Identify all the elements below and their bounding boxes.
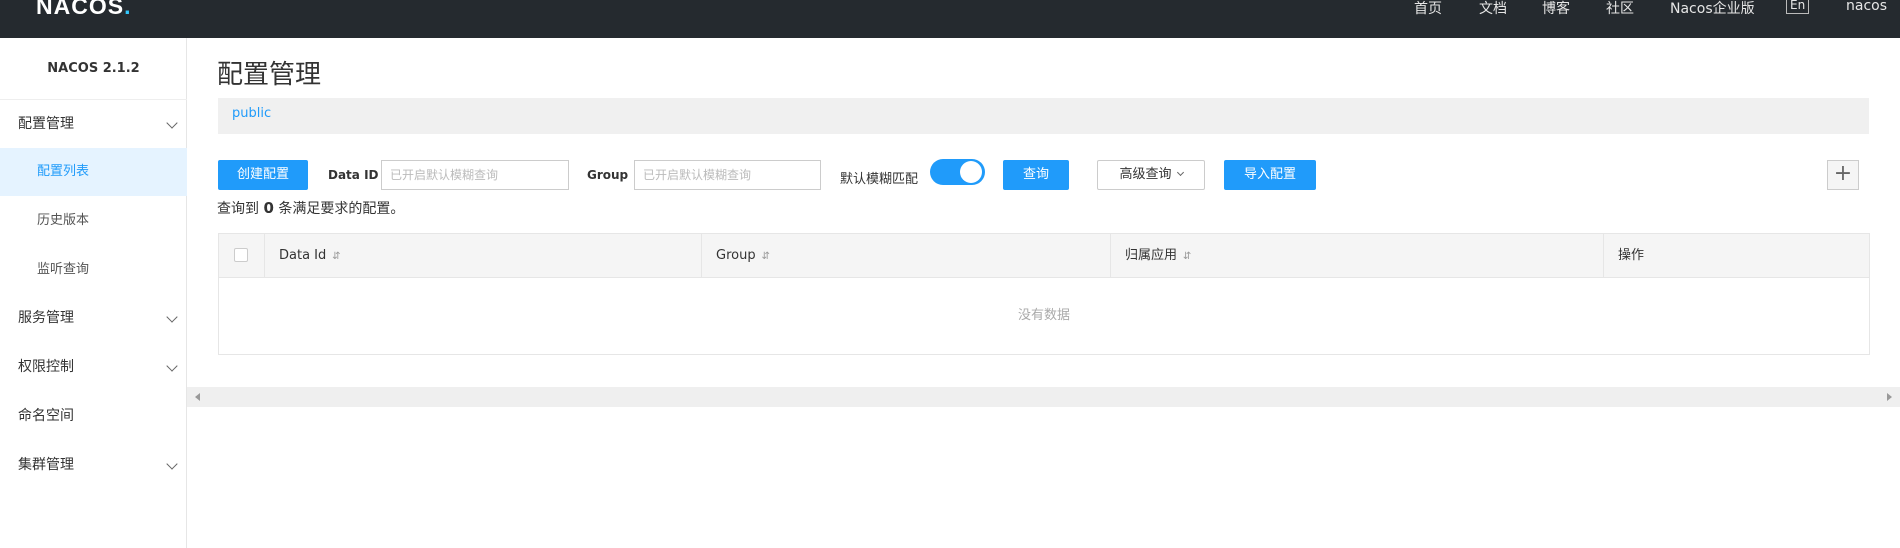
column-header-dataid[interactable]: Data Id ⇵ <box>265 234 702 278</box>
column-label: 归属应用 <box>1125 248 1178 263</box>
sidebar-item-label: 命名空间 <box>18 408 74 424</box>
config-table: Data Id ⇵ Group ⇵ 归属应用 ⇵ 操作 没有数据 <box>218 233 1870 355</box>
sidebar-item-service-management[interactable]: 服务管理 <box>0 294 187 342</box>
version-label: NACOS 2.1.2 <box>0 38 187 100</box>
fuzzy-match-toggle[interactable] <box>930 159 985 185</box>
table-header: Data Id ⇵ Group ⇵ 归属应用 ⇵ 操作 <box>219 234 1869 278</box>
sidebar-item-label: 历史版本 <box>37 213 90 228</box>
namespace-link-public[interactable]: public <box>232 106 271 121</box>
group-label: Group <box>587 168 629 182</box>
sidebar-item-label: 监听查询 <box>37 262 90 277</box>
dataid-label: Data ID <box>328 168 379 182</box>
sidebar-item-label: 集群管理 <box>18 457 74 473</box>
nav-docs-link[interactable]: 文档 <box>1479 0 1507 18</box>
chevron-down-icon <box>166 458 178 470</box>
sidebar: NACOS 2.1.2 配置管理 配置列表 历史版本 监听查询 服务管理 权限控… <box>0 38 187 548</box>
chevron-down-icon <box>1176 168 1184 177</box>
result-prefix: 查询到 <box>217 201 259 217</box>
query-button[interactable]: 查询 <box>1003 160 1069 190</box>
sort-icon[interactable]: ⇵ <box>762 251 770 262</box>
sidebar-item-label: 服务管理 <box>18 310 74 326</box>
chevron-down-icon <box>166 311 178 323</box>
sidebar-item-history[interactable]: 历史版本 <box>0 197 187 245</box>
logo-dot: . <box>124 0 132 19</box>
group-search-input[interactable] <box>634 160 821 190</box>
sort-icon[interactable]: ⇵ <box>1183 251 1191 262</box>
horizontal-scrollbar[interactable] <box>187 387 1900 407</box>
select-all-cell <box>219 234 265 278</box>
column-label: Data Id <box>279 248 327 263</box>
plus-icon[interactable]: + <box>1827 160 1859 190</box>
top-header: NACOS. 首页 文档 博客 社区 Nacos企业版 En nacos <box>0 0 1900 38</box>
dataid-search-input[interactable] <box>381 160 569 190</box>
sidebar-item-label: 权限控制 <box>18 359 74 375</box>
nav-enterprise-link[interactable]: Nacos企业版 <box>1670 0 1755 18</box>
nacos-logo[interactable]: NACOS. <box>36 0 131 20</box>
sidebar-item-label: 配置管理 <box>18 116 74 132</box>
advanced-query-label: 高级查询 <box>1119 167 1172 182</box>
create-config-button[interactable]: 创建配置 <box>218 160 308 190</box>
column-header-group[interactable]: Group ⇵ <box>702 234 1111 278</box>
chevron-down-icon <box>166 117 178 129</box>
import-config-button[interactable]: 导入配置 <box>1224 160 1316 190</box>
select-all-checkbox[interactable] <box>234 248 248 262</box>
namespace-bar: public <box>218 98 1869 134</box>
sidebar-item-config-management[interactable]: 配置管理 <box>0 100 187 148</box>
logo-text: NACOS <box>36 0 125 19</box>
user-menu[interactable]: nacos <box>1846 0 1887 14</box>
column-header-actions: 操作 <box>1604 234 1869 278</box>
advanced-query-button[interactable]: 高级查询 <box>1097 160 1205 190</box>
sidebar-item-config-list[interactable]: 配置列表 <box>0 148 187 196</box>
sidebar-item-cluster-management[interactable]: 集群管理 <box>0 441 187 489</box>
language-toggle-button[interactable]: En <box>1786 0 1810 14</box>
nav-community-link[interactable]: 社区 <box>1606 0 1634 18</box>
empty-state-text: 没有数据 <box>1017 308 1070 323</box>
column-header-app[interactable]: 归属应用 ⇵ <box>1111 234 1604 278</box>
fuzzy-match-label: 默认模糊匹配 <box>840 172 919 187</box>
sidebar-item-listener-query[interactable]: 监听查询 <box>0 246 187 294</box>
sidebar-item-label: 配置列表 <box>37 164 90 179</box>
result-count: 0 <box>263 199 274 217</box>
column-label: Group <box>716 248 756 263</box>
main-content: 配置管理 public 创建配置 Data ID Group 默认模糊匹配 查询… <box>187 38 1900 548</box>
nav-home-link[interactable]: 首页 <box>1414 0 1442 18</box>
sidebar-item-access-control[interactable]: 权限控制 <box>0 343 187 391</box>
sidebar-item-namespace[interactable]: 命名空间 <box>0 392 187 440</box>
scroll-right-icon[interactable] <box>1887 393 1892 401</box>
sort-icon[interactable]: ⇵ <box>332 251 340 262</box>
result-summary: 查询到 0 条满足要求的配置。 <box>217 198 404 218</box>
nav-blog-link[interactable]: 博客 <box>1542 0 1570 18</box>
toggle-knob <box>960 161 982 183</box>
scroll-left-icon[interactable] <box>195 393 200 401</box>
chevron-down-icon <box>166 360 178 372</box>
column-label: 操作 <box>1618 248 1645 263</box>
result-suffix: 条满足要求的配置。 <box>278 201 405 217</box>
page-title: 配置管理 <box>217 60 322 90</box>
